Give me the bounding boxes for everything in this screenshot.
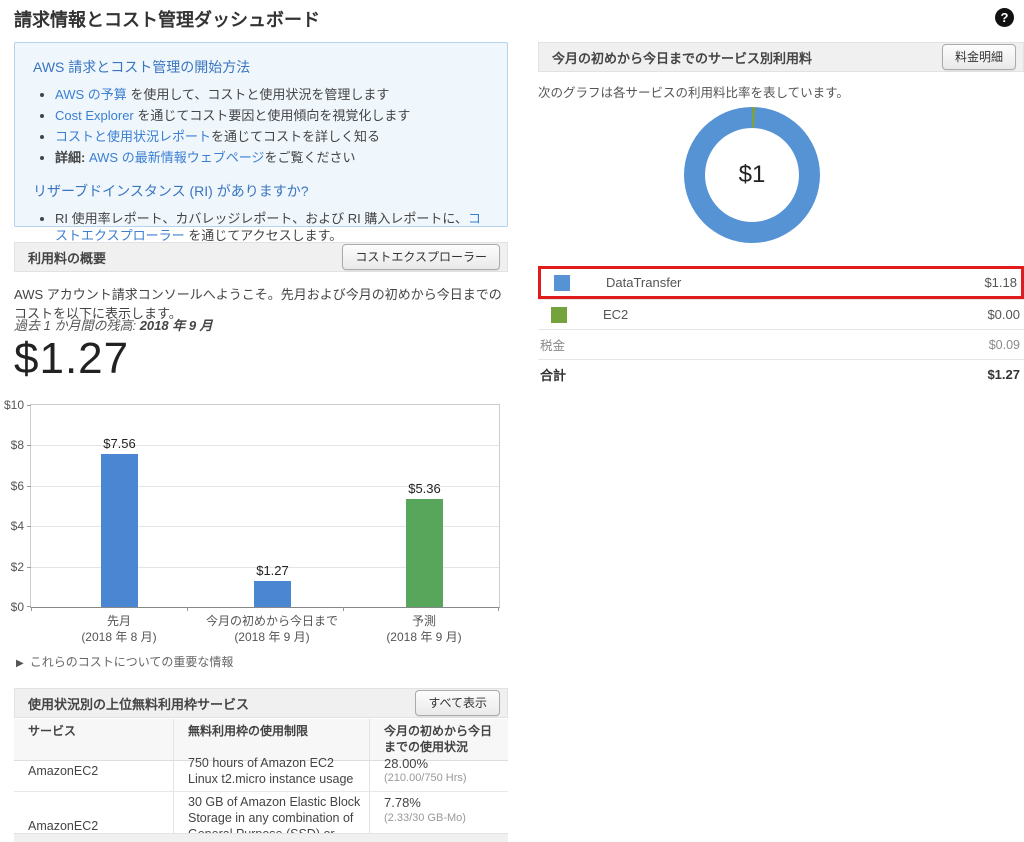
bar-month-to-date: $1.27 — [254, 581, 291, 607]
legend-row-total: 合計 $1.27 — [538, 359, 1024, 389]
reserved-instances-list: RI 使用率レポート、カバレッジレポート、および RI 購入レポートに、コストエ… — [55, 210, 491, 244]
list-item: Cost Explorer を通じてコスト要因と使用傾向を視覚化します — [55, 107, 491, 124]
usage-detail: (2.33/30 GB-Mo) — [384, 812, 500, 826]
legend-row-tax: 税金 $0.09 — [538, 329, 1024, 359]
bar-chart-plot-area: $10 $8 $6 $4 $2 $0 $7.56 $1.27 $5.36 先月 … — [30, 404, 500, 608]
gridline — [31, 445, 499, 446]
next-section-header-cutoff — [14, 833, 508, 842]
y-axis-tick-label: $2 — [0, 560, 24, 574]
help-icon[interactable]: ? — [995, 8, 1014, 27]
legend-value: $0.09 — [989, 338, 1020, 352]
balance-period: 2018 年 9 月 — [140, 318, 213, 333]
y-axis-tick-label: $0 — [0, 600, 24, 614]
service-charges-legend: DataTransfer $1.18 EC2 $0.00 税金 $0.09 合計… — [538, 266, 1024, 389]
free-tier-title: 使用状況別の上位無料利用枠サービス — [28, 694, 249, 713]
getting-started-panel: AWS 請求とコスト管理の開始方法 AWS の予算 を使用して、コストと使用状況… — [14, 42, 508, 227]
bar-value-label: $1.27 — [256, 563, 289, 578]
usage-percent: 7.78% — [384, 795, 500, 811]
whats-new-link[interactable]: AWS の最新情報ウェブページ — [89, 150, 264, 165]
donut-center-label: $1 — [739, 161, 766, 189]
service-charges-title: 今月の初めから今日までのサービス別利用料 — [552, 48, 812, 67]
legend-value: $1.27 — [987, 367, 1020, 382]
legend-value: $0.00 — [987, 307, 1020, 322]
disclosure-triangle-icon: ▶ — [16, 658, 24, 669]
ec2-swatch-icon — [551, 307, 567, 323]
legend-row-ec2: EC2 $0.00 — [538, 299, 1024, 329]
legend-row-datatransfer highlight-annotation: DataTransfer $1.18 — [538, 266, 1024, 299]
list-item: AWS の予算 を使用して、コストと使用状況を管理します — [55, 86, 491, 103]
page-title: 請求情報とコスト管理ダッシュボード — [14, 6, 320, 32]
cell-limit: 750 hours of Amazon EC2 Linux t2.micro i… — [174, 753, 370, 791]
bar-forecast: $5.36 — [406, 499, 443, 607]
y-axis-tick-label: $10 — [0, 398, 24, 412]
x-axis-category-label: 予測 (2018 年 9 月) — [334, 614, 514, 645]
bar-value-label: $7.56 — [103, 436, 136, 451]
y-axis-tick-label: $6 — [0, 479, 24, 493]
usage-summary-title: 利用料の概要 — [28, 248, 106, 267]
table-row: AmazonEC2 750 hours of Amazon EC2 Linux … — [14, 753, 508, 792]
view-all-button[interactable]: すべて表示 — [415, 690, 500, 716]
budgets-link[interactable]: AWS の予算 — [55, 87, 127, 102]
reserved-instances-heading: リザーブドインスタンス (RI) がありますか? — [33, 181, 491, 201]
service-charges-header: 今月の初めから今日までのサービス別利用料 料金明細 — [538, 42, 1024, 72]
list-item: 詳細: AWS の最新情報ウェブページをご覧ください — [55, 149, 491, 166]
legend-label: 税金 — [540, 335, 565, 354]
balance-period-line: 過去 1 か月間の残高: 2018 年 9 月 — [14, 315, 213, 334]
list-item: RI 使用率レポート、カバレッジレポート、および RI 購入レポートに、コストエ… — [55, 210, 491, 244]
getting-started-heading: AWS 請求とコスト管理の開始方法 — [33, 57, 491, 77]
getting-started-list: AWS の予算 を使用して、コストと使用状況を管理します Cost Explor… — [55, 86, 491, 167]
important-info-disclosure[interactable]: ▶これらのコストについての重要な情報 — [16, 653, 233, 670]
service-charges-subtitle: 次のグラフは各サービスの利用料比率を表しています。 — [538, 82, 849, 101]
donut-hole: $1 — [705, 128, 799, 222]
cell-service: AmazonEC2 — [14, 753, 174, 791]
y-axis-tick-label: $4 — [0, 519, 24, 533]
bar-last-month: $7.56 — [101, 454, 138, 607]
legend-label: EC2 — [603, 307, 628, 322]
usage-summary-header: 利用料の概要 コストエクスプローラー — [14, 242, 508, 272]
list-item: コストと使用状況レポートを通じてコストを詳しく知る — [55, 128, 491, 145]
y-axis-tick-label: $8 — [0, 438, 24, 452]
usage-percent: 28.00% — [384, 756, 500, 772]
month-to-date-amount: $1.27 — [14, 334, 129, 384]
legend-label: 合計 — [540, 365, 566, 384]
cell-usage: 28.00% (210.00/750 Hrs) — [370, 753, 508, 791]
bill-details-button[interactable]: 料金明細 — [942, 44, 1016, 70]
free-tier-rows: AmazonEC2 750 hours of Amazon EC2 Linux … — [14, 753, 508, 842]
free-tier-header: 使用状況別の上位無料利用枠サービス すべて表示 — [14, 688, 508, 718]
cost-explorer-button[interactable]: コストエクスプローラー — [342, 244, 500, 270]
datatransfer-swatch-icon — [554, 275, 570, 291]
legend-value: $1.18 — [984, 275, 1017, 290]
bar-value-label: $5.36 — [408, 481, 441, 496]
cost-explorer-link[interactable]: Cost Explorer — [55, 108, 134, 123]
usage-detail: (210.00/750 Hrs) — [384, 772, 500, 786]
service-donut-chart: $1 — [684, 107, 820, 243]
legend-label: DataTransfer — [606, 275, 681, 290]
cost-usage-report-link[interactable]: コストと使用状況レポート — [55, 129, 211, 144]
